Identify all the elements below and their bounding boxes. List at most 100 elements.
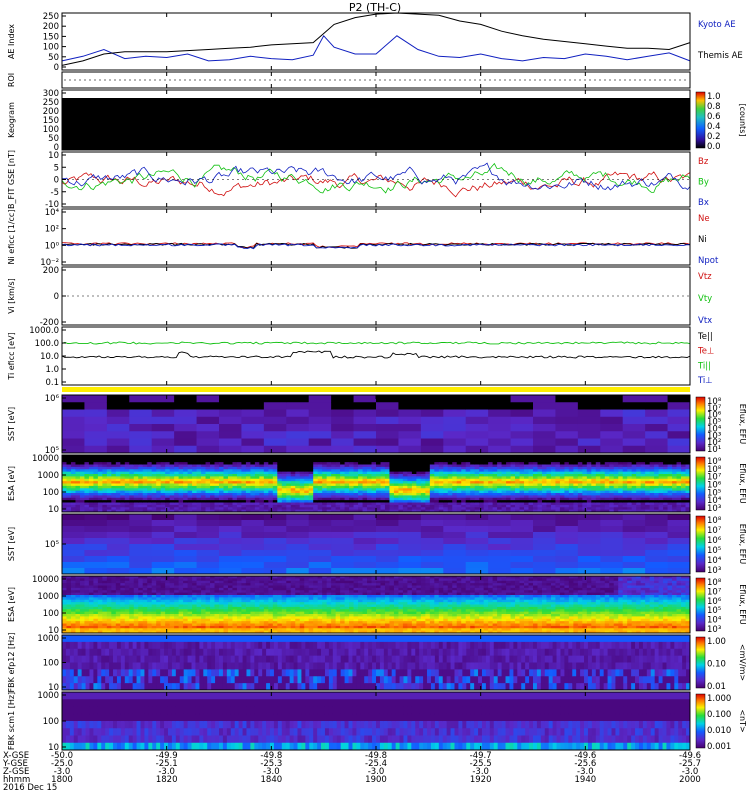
temp-ti-line (62, 342, 690, 344)
ae-frame (62, 13, 690, 70)
ae-ylabel: AE Index (7, 24, 16, 59)
ae-ytick-label: 50 (48, 53, 59, 63)
bfield-series-2 (62, 163, 690, 190)
ae-series-1 (62, 13, 690, 65)
sst-i-cbar-tick: 10⁶ (707, 536, 722, 546)
ae-ytick-label: 100 (43, 43, 59, 53)
esa-i-cbar-tick: 10³ (707, 625, 721, 635)
quality-flag-bar (62, 387, 690, 392)
ae-ytick-label: 200 (43, 22, 59, 32)
esa-i-cbar-label: Eflux, EFU (738, 584, 747, 625)
temperature-ytick-label: 1.0 (45, 365, 59, 375)
sst-i-cbar-label: Eflux, EFU (738, 524, 747, 565)
esa-e-cbar-label: Eflux, EFU (738, 463, 747, 504)
velocity-ytick-label: 200 (43, 266, 59, 276)
esa-e-ylabel: ESA [eV] (7, 466, 16, 501)
velocity-ytick-label: 0 (54, 292, 59, 302)
sst-e-ytick-label: 10⁶ (45, 394, 60, 404)
esa-e-cbar-tick: 10³ (707, 504, 721, 514)
temperature-ytick-label: 1000.0 (29, 326, 59, 336)
temperature-legend-0: Te|| (697, 332, 713, 342)
density-ytick-label: 10⁰ (45, 241, 60, 251)
bfield-legend-2: Bx (698, 198, 709, 208)
keogram-ytick-label: 300 (43, 89, 59, 99)
sst-e-spectrogram (62, 395, 690, 453)
temp-te-line (62, 351, 690, 358)
esa-e-spectrogram (62, 455, 690, 512)
fbk-b-spectrogram (62, 692, 690, 750)
temperature-frame (62, 327, 690, 385)
ae-legend-0: Kyoto AE (698, 20, 736, 30)
keogram-ylabel: Keogram (7, 102, 16, 138)
velocity-legend-2: Vtx (698, 316, 712, 326)
sst-i-cbar-tick: 10⁷ (707, 526, 722, 536)
bfield-series-0 (62, 172, 690, 197)
temperature-legend-1: Te⊥ (697, 347, 714, 357)
fbk-b-cbar-tick: 1.000 (707, 694, 731, 704)
keogram-image (62, 98, 690, 150)
esa-e-ytick-label: 1000 (37, 471, 59, 481)
esa-e-ytick-label: 100 (43, 488, 59, 498)
velocity-frame (62, 267, 690, 325)
density-legend-0: Ne (698, 214, 710, 224)
footer-value: 1820 (156, 775, 178, 785)
fbk-b-colorbar (696, 694, 705, 748)
fbk-b-cbar-tick: 0.001 (707, 742, 731, 752)
bfield-ytick-label: 10 (48, 151, 59, 161)
footer-row-label: 2016 Dec 15 (3, 783, 57, 793)
density-frame (62, 209, 690, 265)
fbk-e-cbar-tick: 1.00 (707, 637, 726, 647)
density-ytick-label: 10⁴ (45, 208, 60, 218)
density-ytick-label: 10² (45, 225, 59, 235)
footer-value: 1840 (261, 775, 283, 785)
fbk-e-ytick-label: 1000 (37, 634, 59, 644)
fbk-e-cbar-label: <mV/m> (738, 644, 747, 681)
esa-i-ylabel: ESA [eV] (7, 587, 16, 622)
fbk-e-ylabel: FBK efp12 [Hz] (7, 633, 16, 693)
temperature-ylabel: Ti eficc [eV] (7, 332, 16, 380)
keogram-ytick-label: 250 (43, 98, 59, 108)
keogram-cbar-tick: 0.4 (707, 122, 721, 132)
velocity-legend-1: Vty (698, 294, 712, 304)
keogram-colorbar (696, 92, 705, 148)
sst-e-cbar-tick: 10¹ (707, 445, 721, 455)
sst-i-colorbar (696, 516, 705, 572)
ae-ytick-label: 0 (54, 63, 59, 73)
velocity-legend-0: Vtz (698, 272, 712, 282)
bfield-legend-0: Bz (698, 157, 709, 167)
esa-i-ytick-label: 100 (43, 609, 59, 619)
footer-value: 2000 (679, 775, 701, 785)
esa-i-ytick-label: 1000 (37, 592, 59, 602)
summary-plot-page: P2 (TH-C) AE Index050100150200250Kyoto A… (0, 0, 750, 800)
sst-e-colorbar (696, 397, 705, 451)
footer-value: 1900 (365, 775, 387, 785)
summary-plot: AE Index050100150200250Kyoto AEThemis AE… (0, 0, 750, 800)
bfield-legend-1: By (698, 178, 709, 188)
esa-i-ytick-label: 10000 (32, 575, 59, 585)
bfield-frame (62, 152, 690, 207)
bfield-ytick-label: 0 (54, 176, 59, 186)
ae-series-0 (62, 36, 690, 61)
bfield-ytick-label: 5 (54, 163, 59, 173)
temperature-ytick-label: 100.0 (35, 339, 59, 349)
fbk-e-spectrogram (62, 635, 690, 690)
fbk-b-cbar-label: <nT> (738, 709, 747, 732)
keogram-cbar-tick: 1.0 (707, 92, 721, 102)
esa-e-ytick-label: 10000 (32, 454, 59, 464)
keogram-cbar-label: [counts] (738, 104, 747, 137)
keogram-cbar-tick: 0.8 (707, 102, 721, 112)
fbk-b-ytick-label: 100 (43, 717, 59, 727)
temperature-legend-3: Ti⊥ (697, 376, 713, 386)
fbk-b-ylabel: FBK scm1 [Hz] (7, 692, 16, 750)
velocity-ylabel: Vi [km/s] (7, 278, 16, 314)
keogram-cbar-tick: 0.2 (707, 132, 721, 142)
bfield-series-1 (62, 164, 690, 193)
density-ylabel: Ni eficc [1/cc] (7, 210, 16, 265)
sst-i-cbar-tick: 10⁴ (707, 556, 722, 566)
esa-i-spectrogram (62, 576, 690, 633)
fbk-e-ytick-label: 100 (43, 659, 59, 669)
ae-ytick-label: 150 (43, 32, 59, 42)
density-legend-1: Ni (698, 235, 707, 245)
keogram-ytick-label: 50 (48, 134, 59, 144)
sst-i-cbar-tick: 10³ (707, 566, 721, 576)
